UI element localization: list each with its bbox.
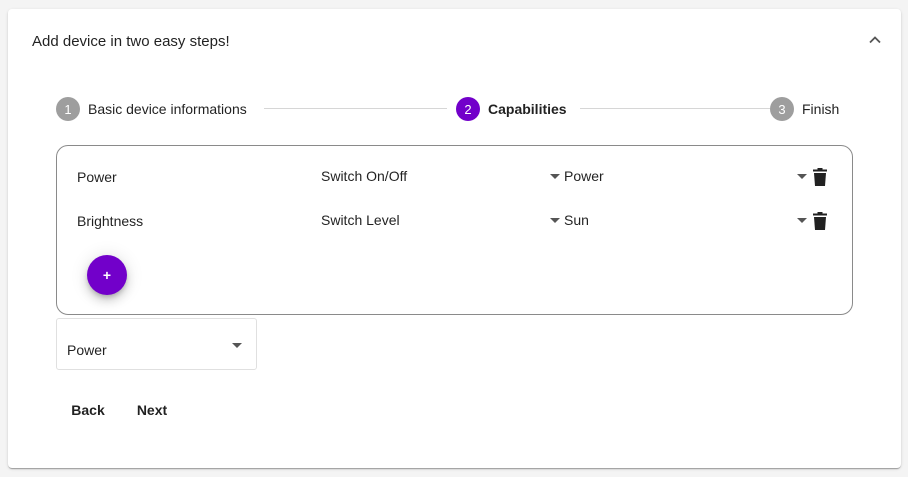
delete-capability-button[interactable] xyxy=(809,165,831,189)
icon-select[interactable]: Sun xyxy=(547,209,807,233)
icon-select-value: Sun xyxy=(564,212,589,228)
step-connector xyxy=(580,108,771,109)
step-number: 1 xyxy=(56,97,80,121)
capability-row: Power Switch On/Off Power xyxy=(57,165,852,189)
step-label: Finish xyxy=(802,101,840,117)
step-connector xyxy=(264,108,447,109)
capability-select[interactable]: Power xyxy=(56,318,257,370)
back-button[interactable]: Back xyxy=(64,394,112,426)
capability-row: Brightness Switch Level Sun xyxy=(57,209,852,233)
plus-icon: + xyxy=(102,267,112,283)
step-capabilities[interactable]: 2 Capabilities xyxy=(456,97,567,121)
capability-name: Power xyxy=(77,169,117,185)
step-number: 2 xyxy=(456,97,480,121)
caret-down-icon xyxy=(550,218,560,223)
next-button[interactable]: Next xyxy=(128,394,176,426)
caret-down-icon xyxy=(232,343,242,348)
stepper: 1 Basic device informations 2 Capabiliti… xyxy=(56,97,840,121)
step-finish[interactable]: 3 Finish xyxy=(770,97,840,121)
step-label: Capabilities xyxy=(488,101,567,117)
trash-icon xyxy=(813,212,827,230)
delete-capability-button[interactable] xyxy=(809,209,831,233)
caret-down-icon xyxy=(550,174,560,179)
caret-down-icon xyxy=(797,218,807,223)
capabilities-panel: Power Switch On/Off Power Brightness Swi… xyxy=(56,145,853,315)
capability-select-value: Power xyxy=(67,342,107,358)
icon-select-value: Power xyxy=(564,168,604,184)
card-title: Add device in two easy steps! xyxy=(32,33,230,50)
step-basic-info[interactable]: 1 Basic device informations xyxy=(56,97,247,121)
collapse-button[interactable] xyxy=(863,27,887,51)
chevron-up-icon xyxy=(869,35,881,43)
icon-select[interactable]: Power xyxy=(547,165,807,189)
add-capability-button[interactable]: + xyxy=(87,255,127,295)
capability-type: Switch On/Off xyxy=(321,168,408,184)
step-number: 3 xyxy=(770,97,794,121)
trash-icon xyxy=(813,168,827,186)
capability-name: Brightness xyxy=(77,213,144,229)
caret-down-icon xyxy=(797,174,807,179)
step-label: Basic device informations xyxy=(88,101,247,117)
capability-type: Switch Level xyxy=(321,212,400,228)
